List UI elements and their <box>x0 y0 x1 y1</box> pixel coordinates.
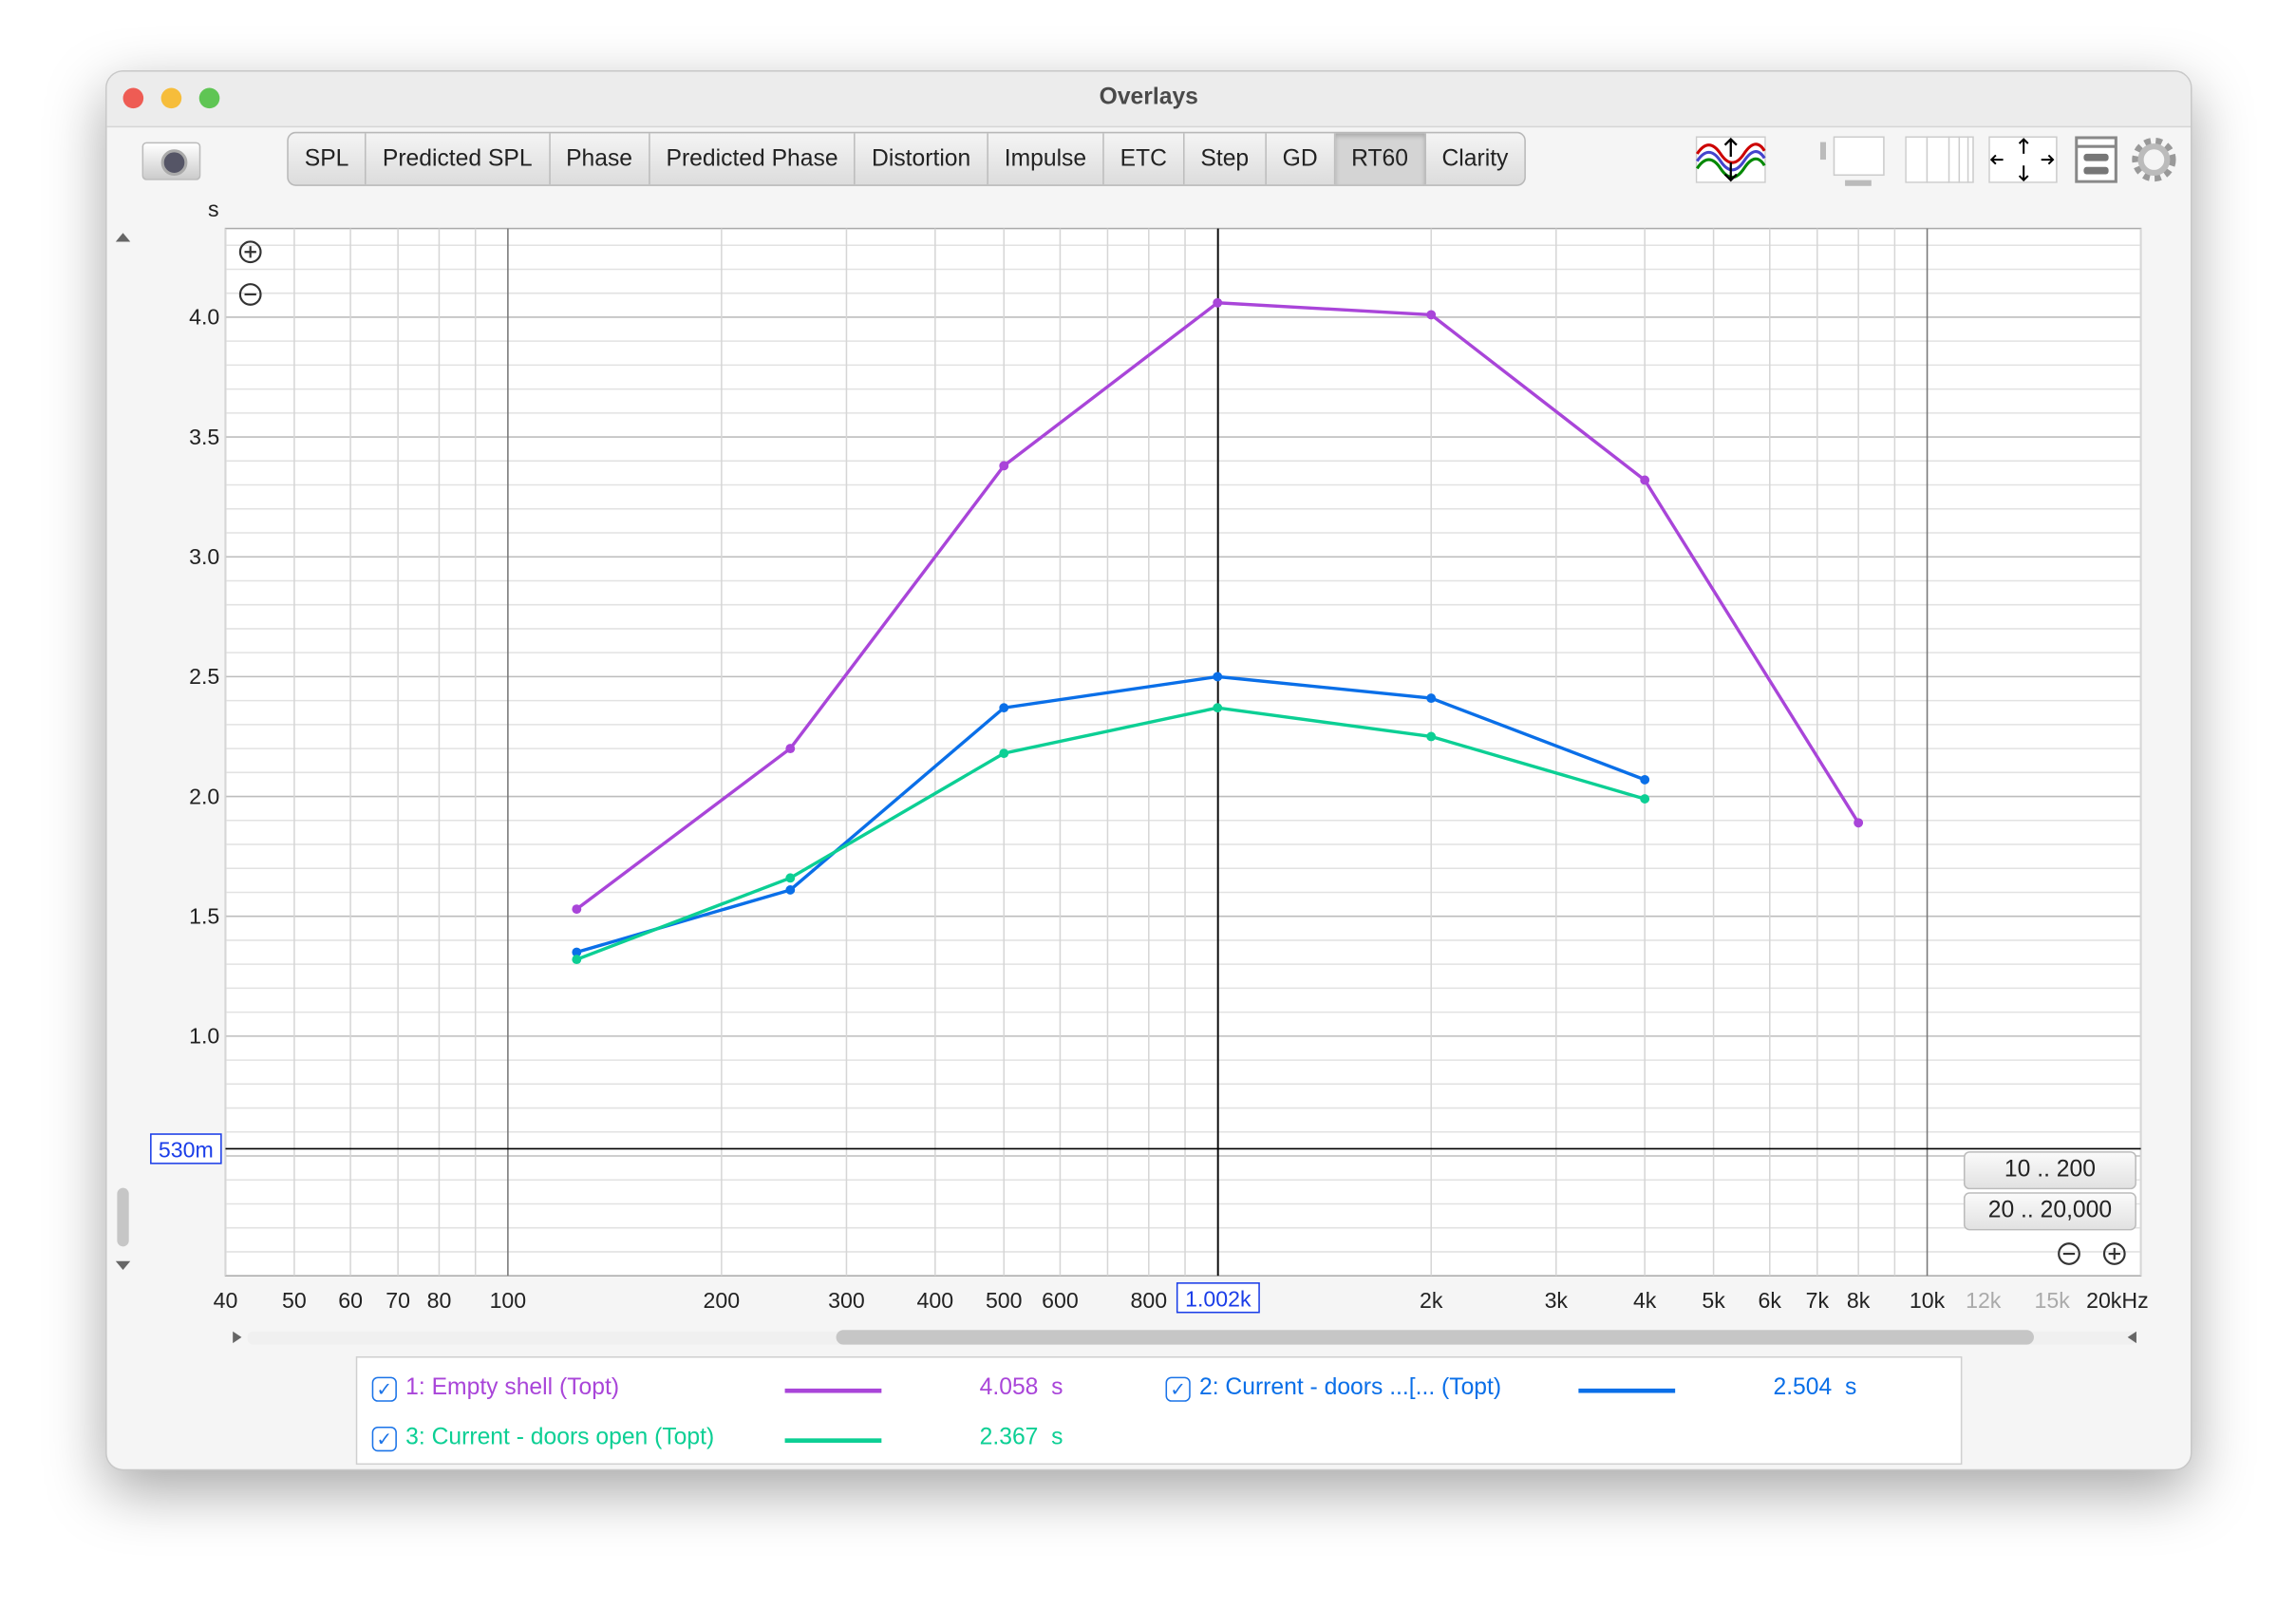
data-point <box>999 461 1009 471</box>
legend-value: 2.504 s <box>1773 1375 1857 1401</box>
data-point <box>785 885 796 895</box>
x-tick-label: 20kHz <box>2086 1288 2149 1313</box>
data-point <box>1213 297 1223 308</box>
x-tick-label: 500 <box>986 1288 1023 1313</box>
overlays-window: Overlays SPL Predicted SPL Phase Predicted … <box>105 70 2192 1471</box>
x-tick-label: 800 <box>1131 1288 1168 1313</box>
y-tick-label: 3.5 <box>189 425 219 449</box>
scroll-up-arrow-icon[interactable] <box>115 233 131 242</box>
x-tick-label: 6k <box>1759 1288 1782 1313</box>
plot-area <box>224 227 2142 1277</box>
x-tick-label: 7k <box>1806 1288 1830 1313</box>
horizontal-scrollbar-thumb[interactable] <box>836 1330 2034 1345</box>
x-tick-label: 5k <box>1702 1288 1725 1313</box>
data-point <box>1426 731 1437 742</box>
y-axis-unit: s <box>208 197 219 221</box>
legend-swatch <box>784 1438 882 1443</box>
data-point <box>572 955 582 965</box>
x-tick-label: 80 <box>427 1288 452 1313</box>
x-tick-label: 600 <box>1042 1288 1079 1313</box>
x-tick-label: 40 <box>214 1288 238 1313</box>
x-tick-label: 60 <box>338 1288 363 1313</box>
x-tick-label: 200 <box>704 1288 741 1313</box>
data-point <box>1213 672 1223 682</box>
x-tick-label: 300 <box>828 1288 865 1313</box>
checkbox-checked-icon[interactable]: ✓ <box>371 1375 397 1402</box>
data-point <box>1640 475 1650 485</box>
range-20-20000-button[interactable]: 20 .. 20,000 <box>1963 1192 2136 1231</box>
legend-label: 3: Current - doors open (Topt) <box>405 1425 715 1450</box>
data-point <box>1854 818 1864 828</box>
checkbox-checked-icon[interactable]: ✓ <box>371 1426 397 1451</box>
data-point <box>1640 794 1650 804</box>
legend-label: 2: Current - doors ...[... (Topt) <box>1198 1375 1502 1401</box>
x-tick-label: 12k <box>1966 1288 2002 1313</box>
cursor-y-readout: 530m <box>159 1138 214 1163</box>
range-10-200-button[interactable]: 10 .. 200 <box>1963 1151 2136 1190</box>
data-point <box>572 904 582 915</box>
x-tick-label: 15k <box>2035 1288 2071 1313</box>
x-tick-label: 2k <box>1420 1288 1443 1313</box>
vertical-scrollbar-thumb[interactable] <box>117 1187 129 1247</box>
x-tick-label: 4k <box>1633 1288 1657 1313</box>
data-point <box>1426 693 1437 704</box>
x-tick-label: 8k <box>1847 1288 1871 1313</box>
x-tick-label: 70 <box>386 1288 410 1313</box>
y-tick-label: 4.0 <box>189 305 219 330</box>
legend-item[interactable]: ✓ 1: Empty shell (Topt) <box>371 1375 620 1402</box>
checkbox-checked-icon[interactable]: ✓ <box>1165 1375 1191 1402</box>
data-point <box>785 873 796 883</box>
legend-value: 2.367 s <box>979 1425 1063 1450</box>
legend-item[interactable]: ✓ 3: Current - doors open (Topt) <box>371 1425 715 1451</box>
y-tick-label: 3.0 <box>189 544 219 569</box>
y-tick-label: 1.5 <box>189 903 219 928</box>
y-tick-label: 2.5 <box>189 664 219 689</box>
legend-swatch <box>1578 1388 1676 1393</box>
rt60-chart[interactable]: 1.0 1.5 2.0 2.5 3.0 3.5 4.0 s 40 50 60 70 80 100 200 30… <box>107 72 2191 1469</box>
data-point <box>1640 774 1650 785</box>
x-tick-label: 100 <box>490 1288 527 1313</box>
y-tick-label: 1.0 <box>189 1024 219 1049</box>
legend-label: 1: Empty shell (Topt) <box>405 1375 620 1401</box>
data-point <box>999 703 1009 713</box>
data-point <box>999 748 1009 759</box>
legend-item[interactable]: ✓ 2: Current - doors ...[... (Topt) <box>1165 1375 1502 1402</box>
x-tick-label: 400 <box>917 1288 954 1313</box>
x-tick-label: 10k <box>1910 1288 1946 1313</box>
x-tick-label: 50 <box>282 1288 307 1313</box>
legend-swatch <box>784 1388 882 1393</box>
legend: ✓ 1: Empty shell (Topt) 4.058 s ✓ 2: Curren… <box>355 1355 1963 1466</box>
data-point <box>1426 310 1437 320</box>
x-tick-label: 3k <box>1545 1288 1569 1313</box>
scroll-left-arrow-icon[interactable] <box>233 1331 242 1344</box>
y-tick-label: 2.0 <box>189 784 219 808</box>
cursor-x-readout: 1.002k <box>1185 1287 1252 1312</box>
legend-value: 4.058 s <box>979 1375 1063 1401</box>
scroll-down-arrow-icon[interactable] <box>115 1260 131 1271</box>
data-point <box>1213 703 1223 713</box>
data-point <box>785 744 796 754</box>
